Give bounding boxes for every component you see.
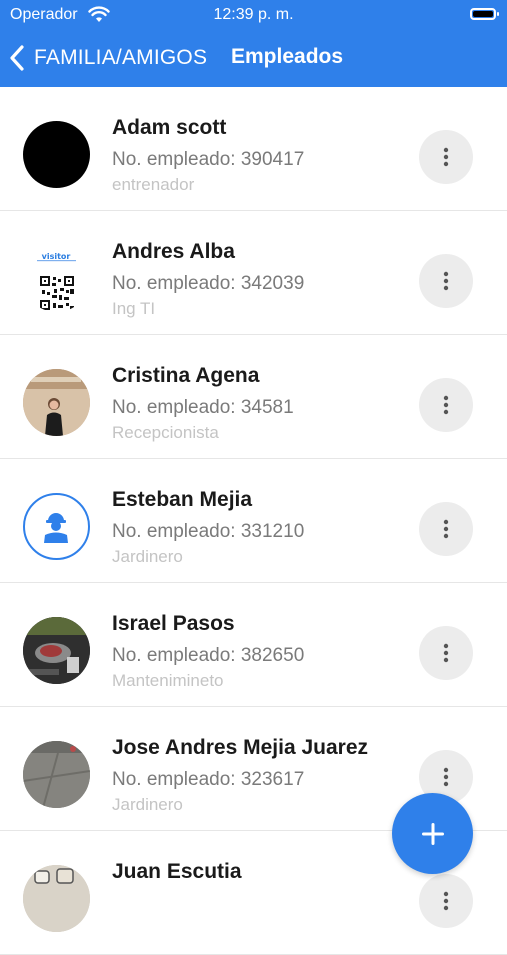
employee-number: No. empleado: 390417 [112,149,305,170]
more-vertical-icon [443,891,449,911]
employee-row[interactable]: visitor Andres Alba No. empleado: 342039… [0,211,507,335]
more-options-button[interactable] [419,254,473,308]
employee-info: Juan Escutia [112,859,412,885]
employee-name: Cristina Agena [112,364,260,387]
employee-number: No. empleado: 323617 [112,769,305,790]
employee-row[interactable]: Israel Pasos No. empleado: 382650 Manten… [0,583,507,707]
more-options-button[interactable] [419,626,473,680]
employee-info: Adam scott No. empleado: 390417 entrenad… [112,115,412,196]
svg-text:visitor: visitor [42,252,71,261]
avatar [23,741,90,808]
employee-info: Andres Alba No. empleado: 342039 Ing TI [112,239,412,320]
employee-row[interactable]: Cristina Agena No. empleado: 34581 Recep… [0,335,507,459]
employee-role: Mantenimineto [112,671,224,690]
navigation-bar: FAMILIA/AMIGOS Empleados [0,32,507,87]
employee-number: No. empleado: 331210 [112,521,305,542]
back-label: FAMILIA/AMIGOS [34,46,208,69]
photo [23,865,90,932]
employee-name: Israel Pasos [112,612,235,635]
employee-info: Israel Pasos No. empleado: 382650 Manten… [112,611,412,692]
food-photo [23,617,90,684]
battery-icon [470,8,499,20]
more-vertical-icon [443,395,449,415]
employee-info: Cristina Agena No. empleado: 34581 Recep… [112,363,412,444]
employee-role: Jardinero [112,795,183,814]
more-vertical-icon [443,643,449,663]
qr-code-icon: visitor [37,252,76,310]
employee-number: No. empleado: 382650 [112,645,305,666]
avatar [23,617,90,684]
page-title: Empleados [231,45,344,68]
status-bar: Operador 12:39 p. m. [0,0,507,32]
floor-photo [23,741,90,808]
more-options-button[interactable] [419,130,473,184]
person-photo [23,369,90,436]
employee-name: Andres Alba [112,240,235,263]
worker-icon [44,513,68,543]
back-button[interactable]: FAMILIA/AMIGOS [8,43,207,73]
employee-role: Ing TI [112,299,156,318]
chevron-left-icon [10,45,24,71]
employee-role: entrenador [112,175,195,194]
avatar [23,865,90,932]
employee-number: No. empleado: 34581 [112,397,294,418]
avatar: visitor [23,245,90,312]
more-vertical-icon [443,271,449,291]
more-options-button[interactable] [419,378,473,432]
add-employee-button[interactable] [392,793,473,874]
employee-row[interactable]: Adam scott No. empleado: 390417 entrenad… [0,87,507,211]
more-vertical-icon [443,519,449,539]
employee-role: Jardinero [112,547,183,566]
clock: 12:39 p. m. [213,6,294,23]
more-options-button[interactable] [419,502,473,556]
employee-row[interactable]: Esteban Mejia No. empleado: 331210 Jardi… [0,459,507,583]
employee-name: Juan Escutia [112,860,242,883]
employee-name: Jose Andres Mejia Juarez [112,736,368,759]
more-vertical-icon [443,767,449,787]
more-vertical-icon [443,147,449,167]
avatar [23,121,90,188]
avatar [23,369,90,436]
employee-role: Recepcionista [112,423,219,442]
header: Operador 12:39 p. m. FAMILIA/AMIGOS Empl… [0,0,507,87]
employee-info: Jose Andres Mejia Juarez No. empleado: 3… [112,735,412,816]
plus-icon [421,822,444,845]
more-options-button[interactable] [419,874,473,928]
employee-number: No. empleado: 342039 [112,273,305,294]
employee-name: Esteban Mejia [112,488,253,511]
employee-info: Esteban Mejia No. empleado: 331210 Jardi… [112,487,412,568]
employee-name: Adam scott [112,116,227,139]
avatar [23,493,90,560]
